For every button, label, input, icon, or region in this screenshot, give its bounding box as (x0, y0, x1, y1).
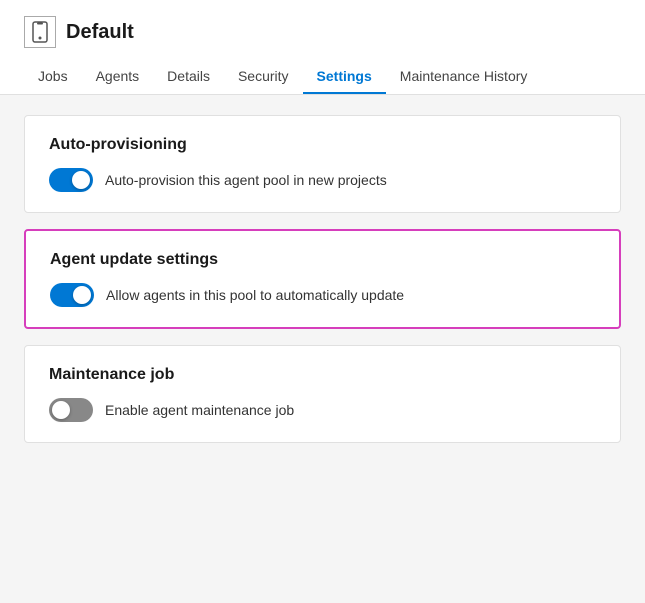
maintenance-job-label: Enable agent maintenance job (105, 402, 294, 418)
maintenance-job-card: Maintenance job Enable agent maintenance… (24, 345, 621, 443)
tab-maintenance-history[interactable]: Maintenance History (386, 60, 542, 94)
tab-agents[interactable]: Agents (82, 60, 154, 94)
tab-jobs[interactable]: Jobs (24, 60, 82, 94)
tab-details[interactable]: Details (153, 60, 224, 94)
maintenance-job-title: Maintenance job (49, 366, 596, 384)
page-title: Default (66, 21, 134, 44)
maintenance-job-toggle-row: Enable agent maintenance job (49, 398, 596, 422)
agent-update-card: Agent update settings Allow agents in th… (24, 229, 621, 329)
main-content: Auto-provisioning Auto-provision this ag… (0, 95, 645, 463)
tab-security[interactable]: Security (224, 60, 303, 94)
auto-provisioning-toggle[interactable] (49, 168, 93, 192)
agent-update-toggle[interactable] (50, 283, 94, 307)
agent-update-toggle-row: Allow agents in this pool to automatical… (50, 283, 595, 307)
maintenance-job-toggle[interactable] (49, 398, 93, 422)
auto-provisioning-title: Auto-provisioning (49, 136, 596, 154)
auto-provisioning-card: Auto-provisioning Auto-provision this ag… (24, 115, 621, 213)
auto-provisioning-toggle-row: Auto-provision this agent pool in new pr… (49, 168, 596, 192)
agent-update-label: Allow agents in this pool to automatical… (106, 287, 404, 303)
title-row: Default (24, 16, 621, 48)
agent-update-title: Agent update settings (50, 251, 595, 269)
tab-settings[interactable]: Settings (303, 60, 386, 94)
toggle-thumb (52, 401, 70, 419)
page-header: Default Jobs Agents Details Security Set… (0, 0, 645, 95)
nav-tabs: Jobs Agents Details Security Settings Ma… (24, 60, 621, 94)
toggle-thumb (73, 286, 91, 304)
toggle-thumb (72, 171, 90, 189)
pool-icon (24, 16, 56, 48)
auto-provisioning-label: Auto-provision this agent pool in new pr… (105, 172, 387, 188)
